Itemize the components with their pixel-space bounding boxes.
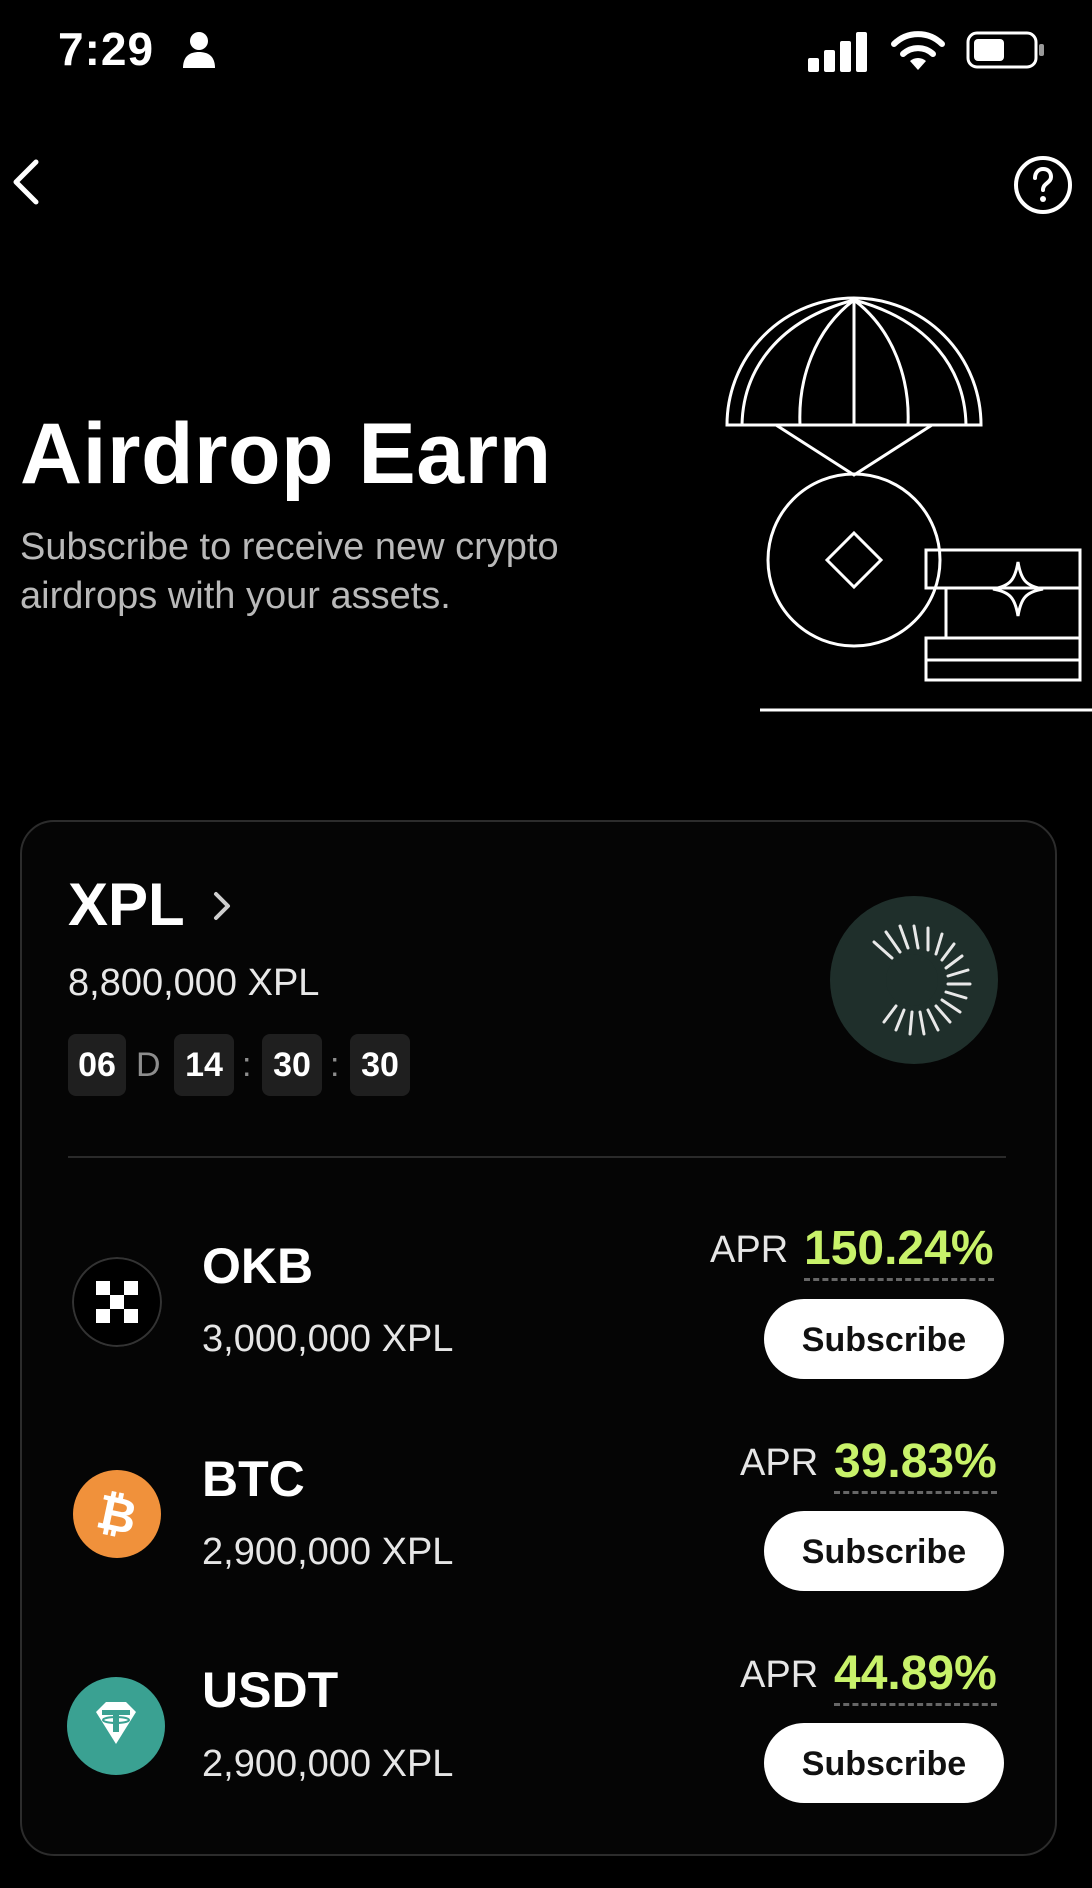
btc-icon: ₿ <box>73 1470 161 1558</box>
countdown-days: 06 <box>68 1034 126 1096</box>
subscribe-button[interactable]: Subscribe <box>764 1511 1004 1591</box>
asset-name: BTC <box>202 1451 305 1507</box>
cellular-signal-icon <box>808 32 867 72</box>
asset-amount: 2,900,000 XPL <box>202 1531 454 1573</box>
countdown-days-unit: D <box>136 1046 161 1084</box>
help-icon[interactable] <box>1012 154 1074 216</box>
asset-name: USDT <box>202 1662 339 1718</box>
apr-label: APR <box>740 1442 819 1484</box>
asset-name: OKB <box>202 1238 314 1294</box>
usdt-icon <box>67 1677 165 1775</box>
apr-value[interactable]: 150.24% <box>804 1221 994 1281</box>
airdrop-parachute-illustration <box>725 296 1092 712</box>
asset-amount: 2,900,000 XPL <box>202 1743 454 1785</box>
battery-icon <box>966 31 1044 69</box>
okb-icon <box>72 1257 162 1347</box>
back-chevron-icon[interactable] <box>8 154 48 210</box>
status-time: 7:29 <box>58 23 155 75</box>
card-divider <box>68 1156 1006 1158</box>
countdown-hours: 14 <box>174 1034 234 1096</box>
project-total-amount: 8,800,000 XPL <box>68 962 320 1004</box>
countdown-minutes: 30 <box>262 1034 322 1096</box>
apr-label: APR <box>710 1229 789 1271</box>
person-icon <box>183 32 215 68</box>
xpl-logo-icon <box>830 896 998 1064</box>
countdown-separator: : <box>242 1046 252 1084</box>
apr-value[interactable]: 44.89% <box>834 1646 997 1706</box>
chevron-right-icon[interactable] <box>210 886 236 926</box>
apr-value[interactable]: 39.83% <box>834 1434 997 1494</box>
subscribe-button[interactable]: Subscribe <box>764 1723 1004 1803</box>
page-subtitle: Subscribe to receive new crypto airdrops… <box>20 526 559 617</box>
countdown-separator: : <box>330 1046 340 1084</box>
subscribe-button[interactable]: Subscribe <box>764 1299 1004 1379</box>
apr-label: APR <box>740 1654 819 1696</box>
page-title: Airdrop Earn <box>20 406 552 502</box>
wifi-icon <box>891 31 945 70</box>
countdown-seconds: 30 <box>350 1034 410 1096</box>
asset-amount: 3,000,000 XPL <box>202 1318 454 1360</box>
project-name[interactable]: XPL <box>68 870 185 939</box>
